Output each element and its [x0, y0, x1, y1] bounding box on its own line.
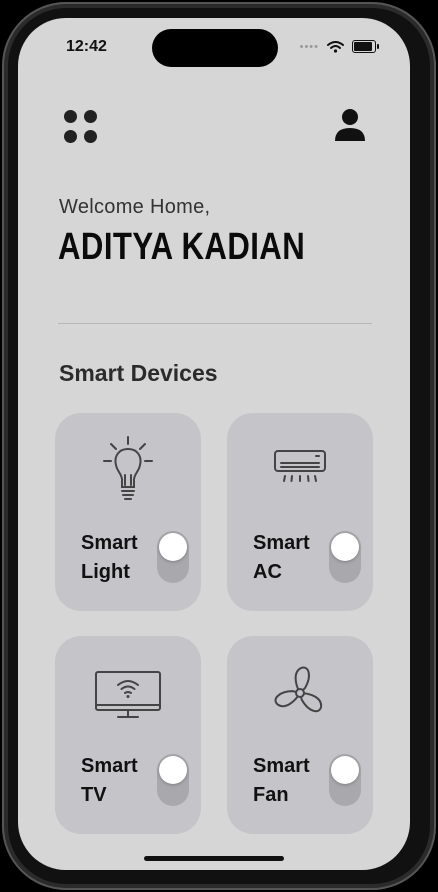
- status-icons: ••••: [299, 40, 379, 53]
- device-label-line1: Smart: [253, 532, 310, 554]
- device-card-fan[interactable]: Smart Fan: [227, 636, 373, 834]
- home-indicator: [144, 856, 284, 861]
- divider: [58, 323, 372, 324]
- app-screen: 12:42 •••• Welcome Home, ADITYA KADIAN S…: [18, 18, 410, 870]
- toggle-knob: [331, 533, 359, 561]
- smart-tv-icon: [95, 671, 161, 718]
- device-label: Smart Fan: [253, 752, 333, 810]
- welcome-text: Welcome Home,: [59, 196, 211, 218]
- menu-grid-button[interactable]: [64, 110, 98, 144]
- device-card-ac[interactable]: Smart AC: [227, 413, 373, 611]
- device-label: Smart Light: [81, 529, 161, 587]
- profile-icon[interactable]: [334, 108, 366, 142]
- device-label: Smart TV: [81, 752, 161, 810]
- lightbulb-icon: [103, 436, 153, 500]
- device-label-line2: AC: [253, 561, 282, 583]
- battery-icon: [352, 40, 379, 53]
- status-time: 12:42: [66, 38, 107, 55]
- device-label-line2: Light: [81, 561, 130, 583]
- menu-dot: [84, 110, 97, 123]
- signal-dots-icon: ••••: [299, 40, 319, 53]
- device-label: Smart AC: [253, 529, 333, 587]
- light-toggle[interactable]: [157, 531, 189, 583]
- device-label-line1: Smart: [253, 755, 310, 777]
- toggle-knob: [159, 756, 187, 784]
- tv-toggle[interactable]: [157, 754, 189, 806]
- menu-dot: [84, 130, 97, 143]
- ac-toggle[interactable]: [329, 531, 361, 583]
- device-label-line1: Smart: [81, 755, 138, 777]
- fan-icon: [274, 666, 323, 713]
- section-title: Smart Devices: [59, 360, 218, 386]
- device-label-line1: Smart: [81, 532, 138, 554]
- device-card-light[interactable]: Smart Light: [55, 413, 201, 611]
- fan-toggle[interactable]: [329, 754, 361, 806]
- wifi-icon: [327, 40, 344, 53]
- user-name: ADITYA KADIAN: [58, 226, 306, 268]
- toggle-knob: [159, 533, 187, 561]
- device-card-tv[interactable]: Smart TV: [55, 636, 201, 834]
- device-label-line2: TV: [81, 784, 107, 806]
- toggle-knob: [331, 756, 359, 784]
- dynamic-island: [152, 29, 278, 67]
- menu-dot: [64, 110, 77, 123]
- menu-dot: [64, 130, 77, 143]
- air-conditioner-icon: [274, 450, 326, 482]
- device-label-line2: Fan: [253, 784, 289, 806]
